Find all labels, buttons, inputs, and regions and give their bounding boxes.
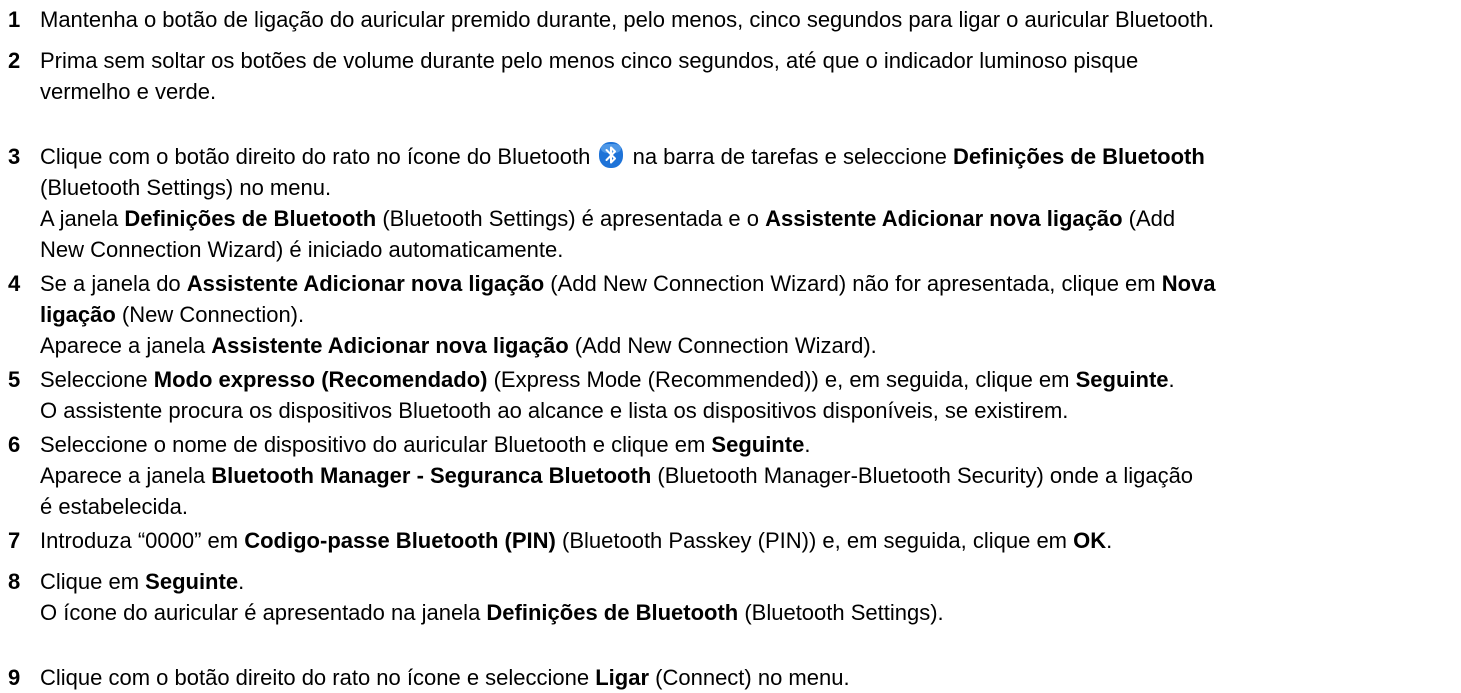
step-text: Seleccione Modo expresso (Recomendado) (… — [40, 364, 1461, 426]
step-number: 4 — [8, 271, 21, 296]
text-run-bold: Codigo-passe Bluetooth (PIN) — [244, 528, 556, 553]
text-run: . — [804, 432, 811, 457]
text-run: (Connect) no menu. — [649, 665, 850, 690]
text-run-bold: Ligar — [595, 665, 650, 690]
text-run: Introduza “0000” em — [40, 528, 245, 553]
step-text: Mantenha o botão de ligação do auricular… — [40, 4, 1461, 35]
text-run: (Express Mode (Recommended)) e, em segui… — [487, 367, 1076, 392]
text-run: . — [238, 569, 245, 594]
text-run-bold: Definições de Bluetooth — [124, 206, 377, 231]
text-run: Clique em — [40, 569, 146, 594]
text-run-bold: Seguinte — [145, 569, 239, 594]
bluetooth-icon — [598, 141, 624, 169]
text-run: (Bluetooth Settings) é apresentada e o — [376, 206, 766, 231]
step-number: 6 — [8, 432, 21, 457]
text-run: O assistente procura os dispositivos Blu… — [40, 398, 1069, 423]
step-number: 9 — [8, 665, 21, 690]
text-run: . — [1106, 528, 1113, 553]
text-run: (Add New Connection Wizard). — [568, 333, 877, 358]
text-run-bold: Seguinte — [711, 432, 805, 457]
text-run: (Add New Connection Wizard) não for apre… — [544, 271, 1162, 296]
text-run-bold: Bluetooth Manager - Seguranca Bluetooth — [211, 463, 652, 488]
text-run: (Bluetooth Settings) no menu. — [40, 175, 332, 200]
text-run: . — [1168, 367, 1175, 392]
text-run: (Bluetooth Manager-Bluetooth Security) o… — [651, 463, 1194, 488]
text-run: Seleccione o nome de dispositivo do auri… — [40, 432, 712, 457]
step-number: 3 — [8, 144, 21, 169]
text-run-bold: Nova — [1161, 271, 1216, 296]
text-run: (New Connection). — [115, 302, 305, 327]
text-run: (Bluetooth Passkey (PIN)) e, em seguida,… — [555, 528, 1074, 553]
text-run-bold: Modo expresso (Recomendado) — [153, 367, 488, 392]
step-number: 1 — [8, 7, 21, 32]
step-text: Seleccione o nome de dispositivo do auri… — [40, 429, 1461, 522]
step-text: Introduza “0000” em Codigo-passe Bluetoo… — [40, 525, 1461, 556]
instruction-document: 1 Mantenha o botão de ligação do auricul… — [0, 0, 1461, 693]
step-number: 7 — [8, 528, 21, 553]
step-text: Clique em Seguinte. O ícone do auricular… — [40, 566, 1461, 628]
text-run-bold: Seguinte — [1075, 367, 1169, 392]
text-run: Se a janela do — [40, 271, 187, 296]
text-run: O ícone do auricular é apresentado na ja… — [40, 600, 487, 625]
text-run-bold: Definições de Bluetooth — [953, 144, 1205, 169]
step-text: Prima sem soltar os botões de volume dur… — [40, 45, 1461, 107]
text-run: é estabelecida. — [40, 494, 188, 519]
text-run: Prima sem soltar os botões de volume dur… — [40, 48, 1139, 73]
text-run: Clique com o botão direito do rato no íc… — [40, 144, 597, 169]
text-run: vermelho e verde. — [40, 79, 217, 104]
text-run: Seleccione — [40, 367, 154, 392]
text-run: New Connection Wizard) é iniciado automa… — [40, 237, 564, 262]
step-text: Clique com o botão direito do rato no íc… — [40, 141, 1461, 265]
text-run: Mantenha o botão de ligação do auricular… — [40, 7, 1215, 32]
step-text: Clique com o botão direito do rato no íc… — [40, 662, 1461, 693]
text-run-bold: ligação — [40, 302, 116, 327]
text-run-bold: Assistente Adicionar nova ligação — [186, 271, 545, 296]
text-run-bold: Assistente Adicionar nova ligação — [211, 333, 569, 358]
text-run-bold: OK — [1073, 528, 1107, 553]
step-number: 5 — [8, 367, 21, 392]
text-run: Aparece a janela — [40, 463, 212, 488]
text-run: (Bluetooth Settings). — [738, 600, 944, 625]
text-run: (Add — [1122, 206, 1176, 231]
text-run: A janela — [40, 206, 125, 231]
text-run-bold: Definições de Bluetooth — [486, 600, 739, 625]
step-number: 8 — [8, 569, 21, 594]
text-run: Aparece a janela — [40, 333, 212, 358]
text-run-bold: Assistente Adicionar nova ligação — [765, 206, 1123, 231]
step-number: 2 — [8, 48, 21, 73]
step-text: Se a janela do Assistente Adicionar nova… — [40, 268, 1461, 361]
text-run: na barra de tarefas e seleccione — [626, 144, 954, 169]
text-run: Clique com o botão direito do rato no íc… — [40, 665, 596, 690]
